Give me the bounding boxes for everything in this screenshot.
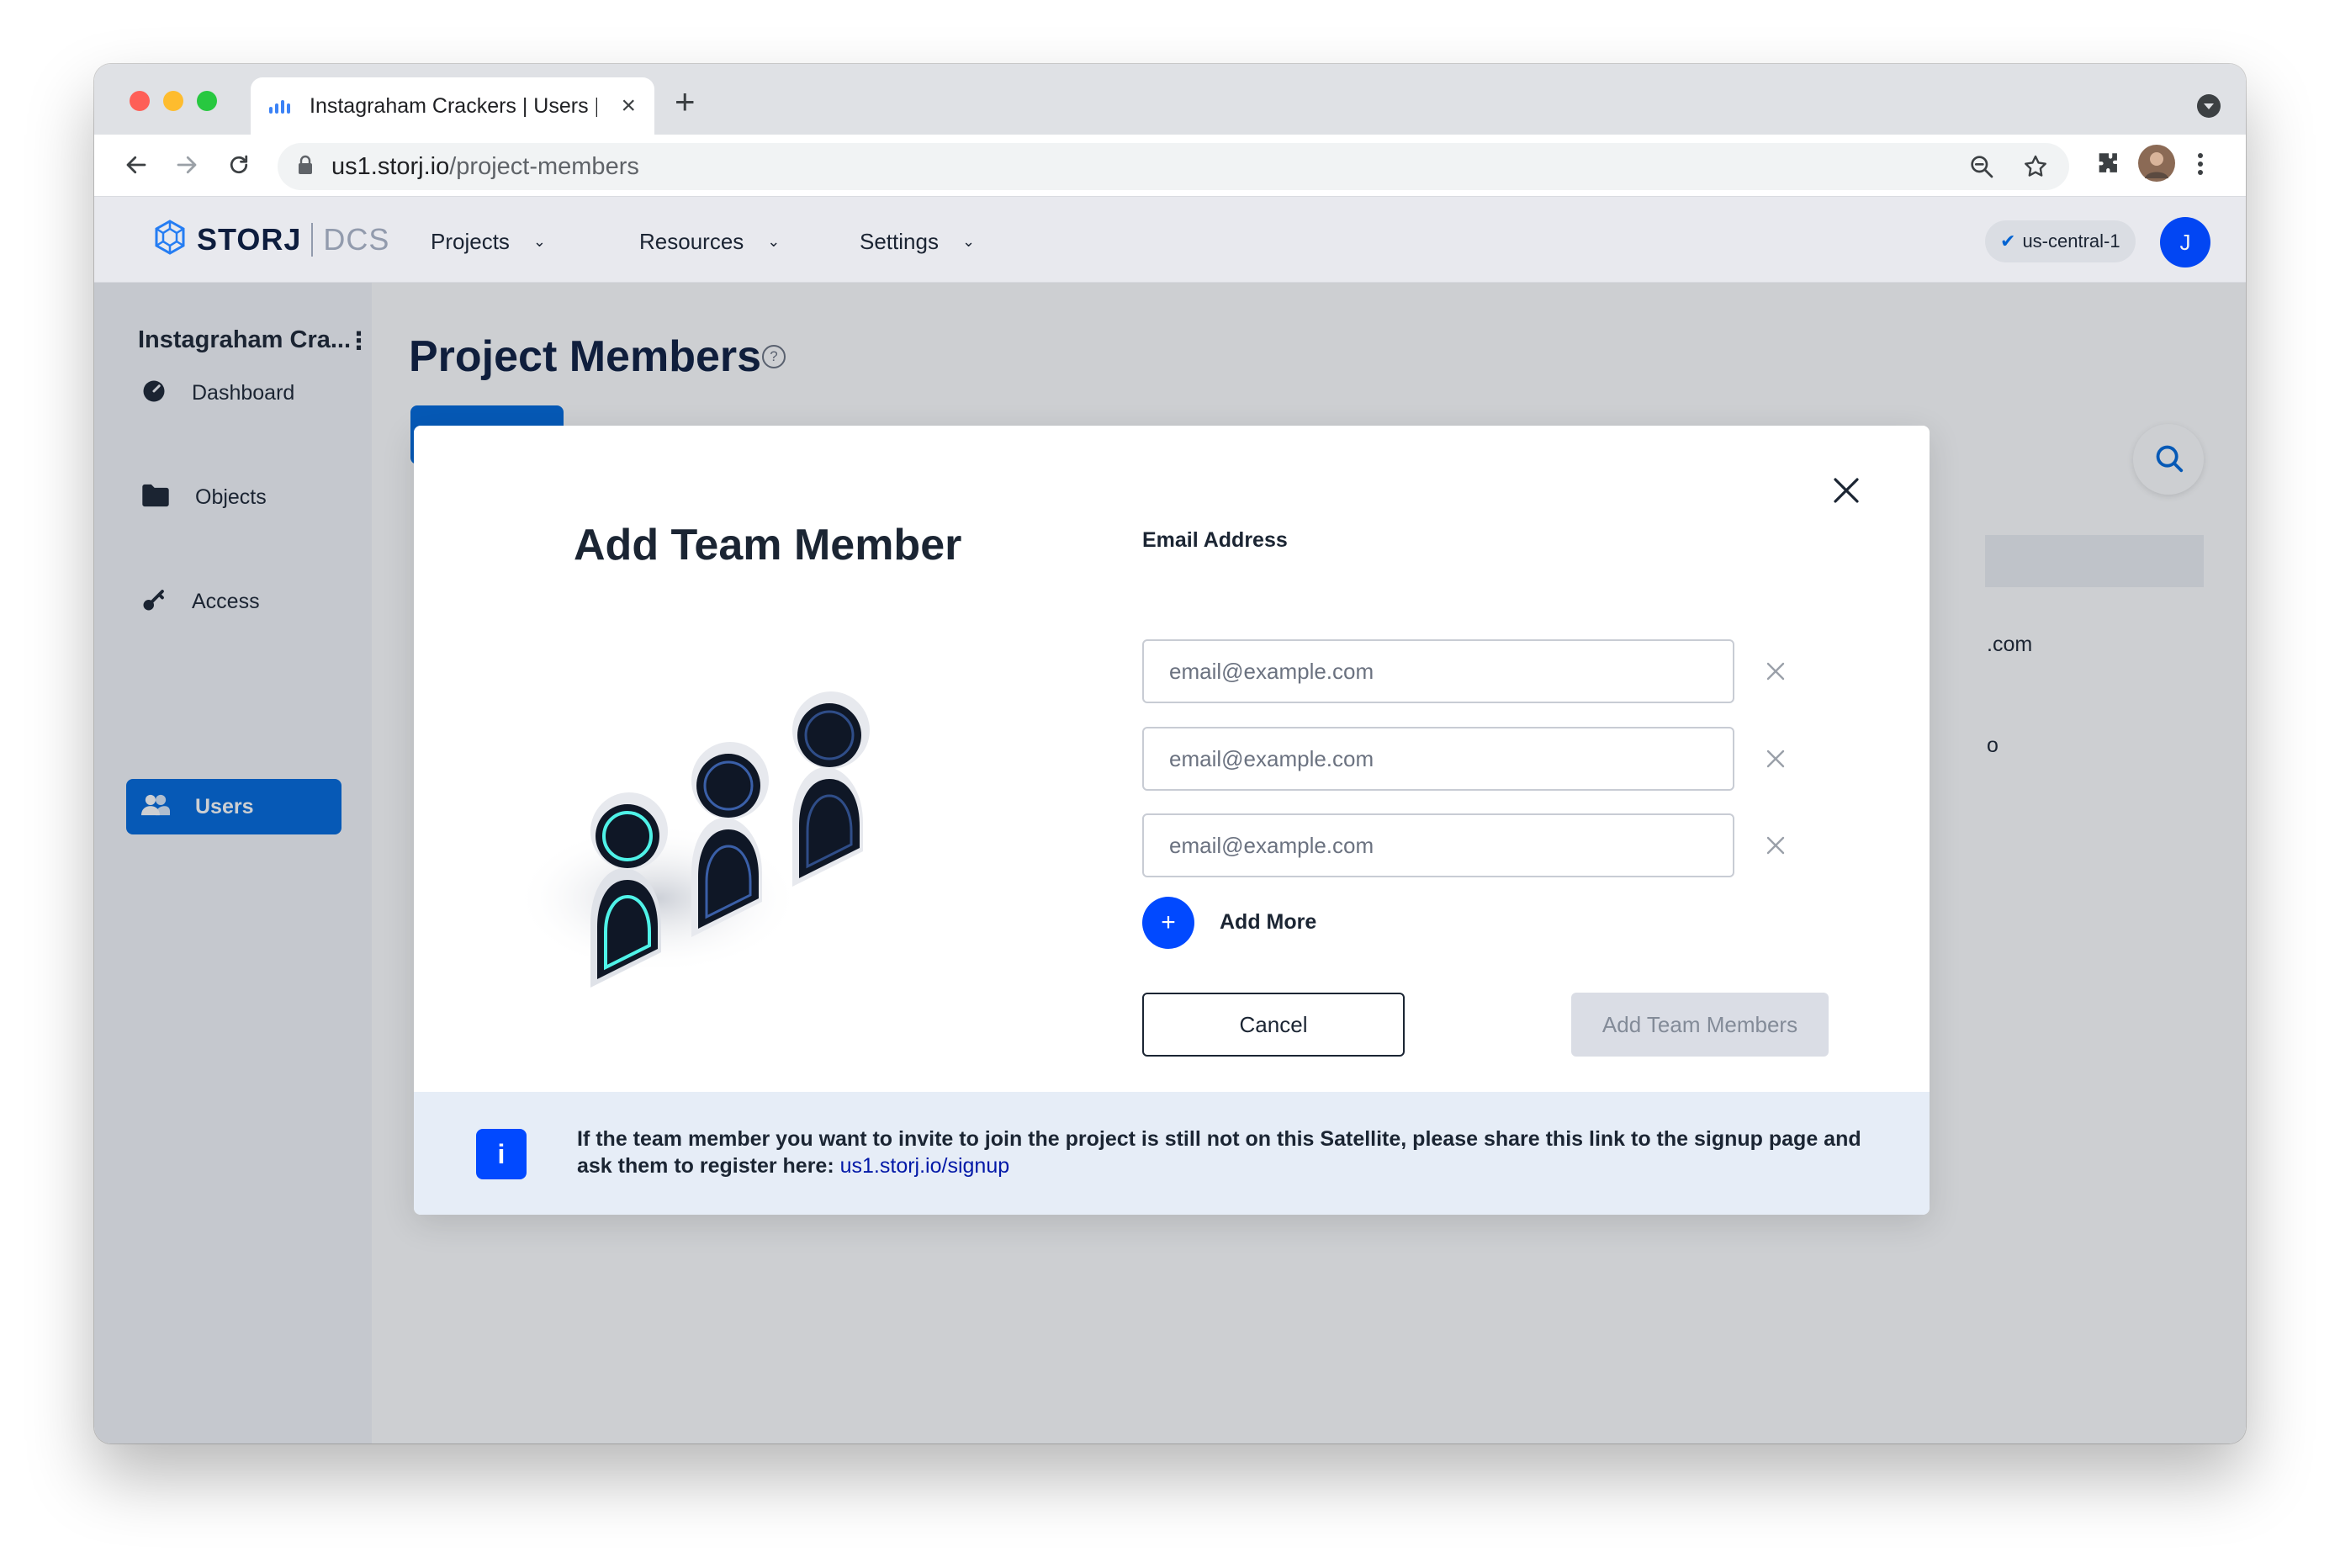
- close-icon[interactable]: [1832, 476, 1861, 505]
- profile-avatar[interactable]: [2138, 145, 2175, 186]
- email-field[interactable]: [1142, 639, 1734, 703]
- close-window-button[interactable]: [130, 91, 150, 111]
- reload-icon[interactable]: [222, 148, 256, 182]
- add-team-member-modal: Add Team Member Email Address email@exam…: [414, 426, 1930, 1215]
- add-team-members-button[interactable]: Add Team Members: [1571, 993, 1829, 1057]
- team-members-illustration: [515, 691, 870, 988]
- email-field[interactable]: [1142, 727, 1734, 791]
- tab-close-icon[interactable]: ×: [621, 93, 636, 119]
- info-message: If the team member you want to invite to…: [577, 1127, 1861, 1178]
- remove-email-icon[interactable]: [1765, 660, 1787, 682]
- header-backdrop: [94, 197, 2246, 283]
- extensions-puzzle-icon[interactable]: [2094, 150, 2123, 183]
- remove-email-icon[interactable]: [1765, 748, 1787, 770]
- bookmark-star-icon[interactable]: [2022, 153, 2049, 184]
- info-text: If the team member you want to invite to…: [577, 1126, 1889, 1179]
- forward-icon[interactable]: [170, 148, 204, 182]
- url-text: us1.storj.io/project-members: [331, 152, 639, 180]
- browser-window: Instagraham Crackers | Users | × + us1.s…: [94, 64, 2246, 1444]
- modal-title: Add Team Member: [574, 521, 962, 569]
- add-more-label[interactable]: Add More: [1220, 910, 1316, 935]
- lock-icon: [298, 155, 313, 179]
- zoom-icon[interactable]: [1968, 153, 1995, 184]
- maximize-window-button[interactable]: [197, 91, 217, 111]
- browser-tab[interactable]: Instagraham Crackers | Users | ×: [251, 77, 654, 135]
- tab-title: Instagraham Crackers | Users |: [310, 93, 597, 118]
- back-icon[interactable]: [119, 148, 153, 182]
- info-icon: i: [476, 1129, 527, 1179]
- browser-menu-icon[interactable]: [2195, 150, 2205, 183]
- email-label: Email Address: [1142, 528, 1288, 552]
- signup-link[interactable]: us1.storj.io/signup: [840, 1154, 1010, 1178]
- cancel-button[interactable]: Cancel: [1142, 993, 1405, 1057]
- new-tab-icon[interactable]: +: [675, 84, 696, 119]
- address-bar[interactable]: us1.storj.io/project-members: [278, 143, 2069, 190]
- remove-email-icon[interactable]: [1765, 834, 1787, 856]
- browser-toolbar: us1.storj.io/project-members: [94, 135, 2246, 197]
- storj-favicon-icon: [269, 98, 293, 114]
- add-more-button[interactable]: +: [1142, 897, 1194, 949]
- tab-strip: Instagraham Crackers | Users | × +: [94, 64, 2246, 135]
- tab-search-icon[interactable]: [2197, 94, 2221, 118]
- email-field[interactable]: [1142, 813, 1734, 877]
- minimize-window-button[interactable]: [163, 91, 183, 111]
- signup-info-banner: i If the team member you want to invite …: [414, 1092, 1930, 1215]
